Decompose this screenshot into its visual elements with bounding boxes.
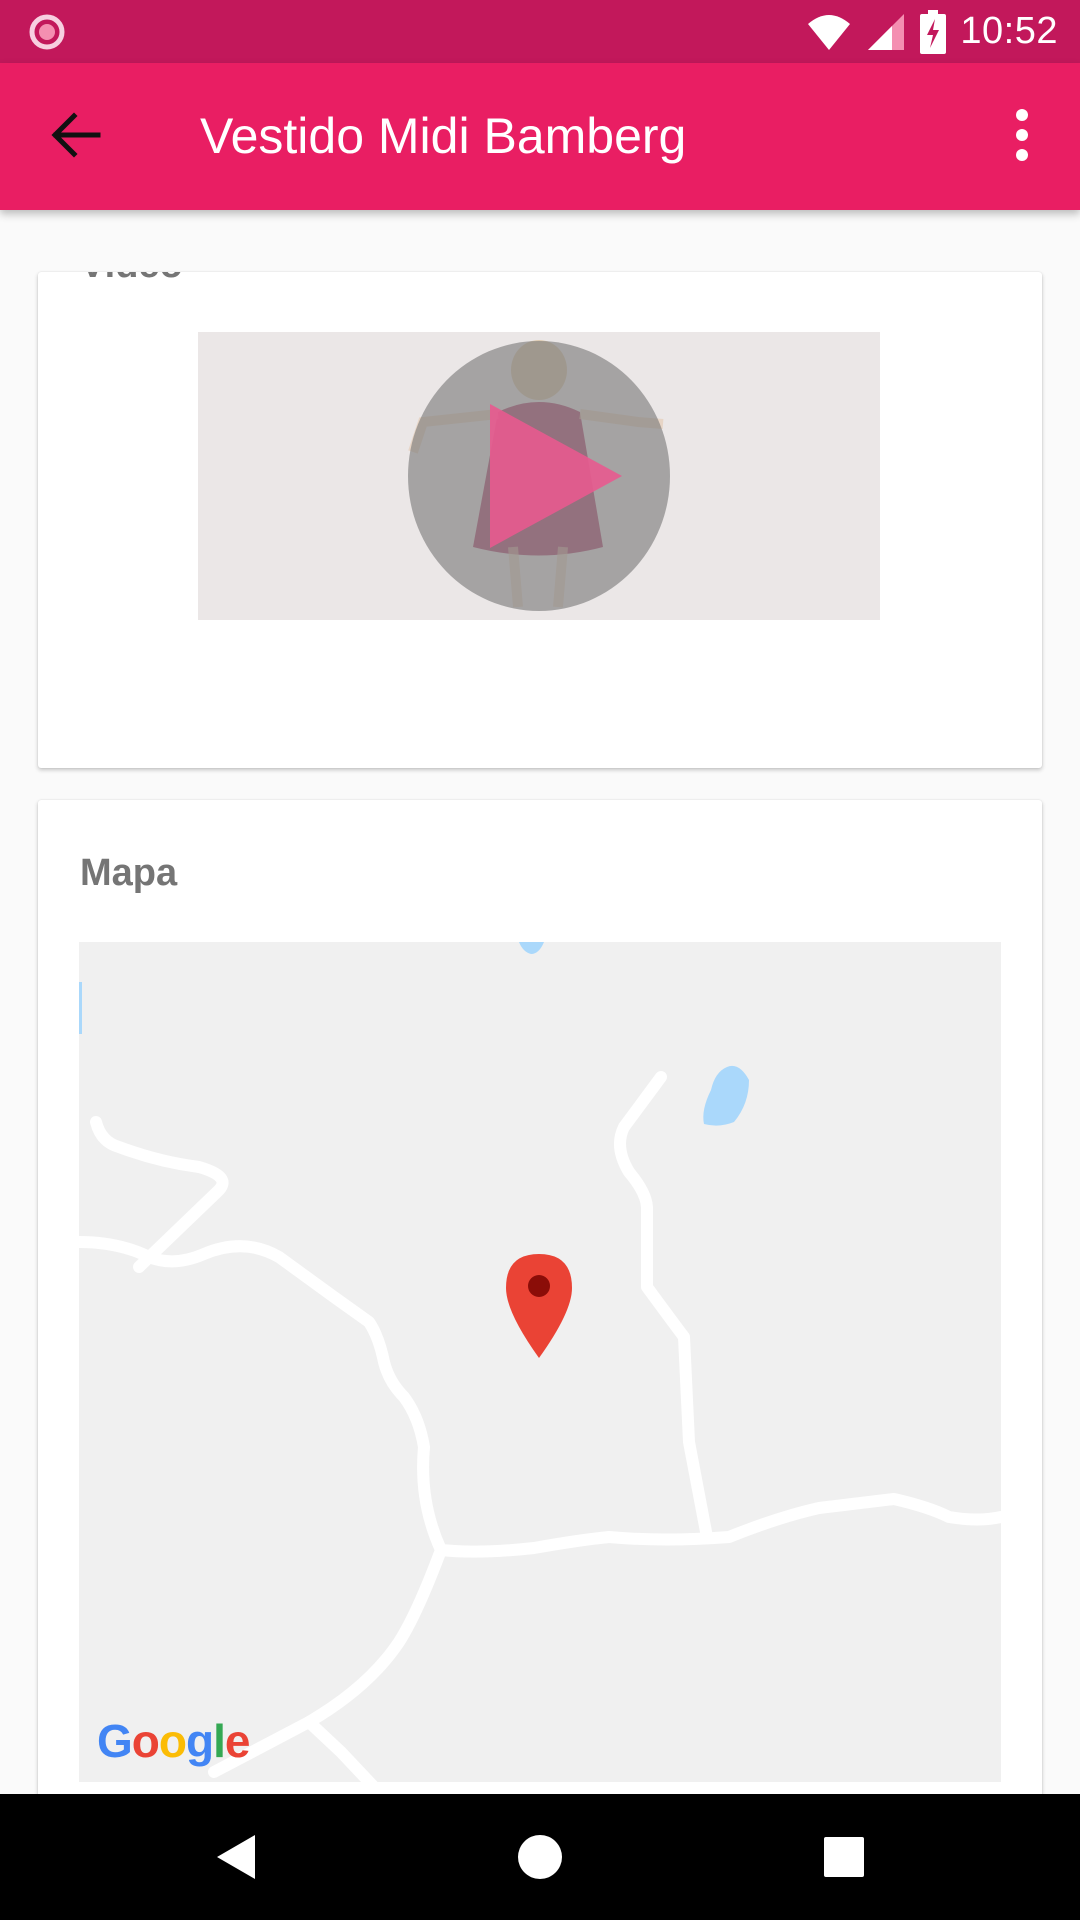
google-logo-letter: g — [186, 1715, 214, 1767]
app-bar: Vestido Midi Bamberg — [0, 63, 1080, 210]
more-vert-icon[interactable] — [990, 103, 1054, 167]
google-logo-letter: G — [97, 1715, 133, 1767]
battery-charging-icon — [920, 9, 947, 54]
map-card: Mapa Google — [38, 800, 1042, 1794]
status-time: 10:52 — [960, 10, 1058, 52]
play-icon[interactable] — [198, 332, 880, 620]
google-logo-letter: o — [131, 1715, 160, 1767]
notification-icon — [29, 14, 65, 50]
map-marker-icon[interactable] — [504, 1252, 574, 1362]
status-bar: 10:52 — [0, 0, 1080, 63]
google-logo-letter: l — [213, 1715, 226, 1767]
video-card: Video — [38, 272, 1042, 768]
google-logo: Google — [97, 1714, 251, 1768]
back-triangle-icon[interactable] — [197, 1817, 277, 1897]
recents-square-icon[interactable] — [804, 1817, 884, 1897]
map-view[interactable]: Google — [79, 942, 1001, 1782]
video-thumbnail[interactable] — [198, 332, 880, 620]
content-scroll[interactable]: Video Mapa — [0, 210, 1080, 1794]
cell-signal-icon — [868, 13, 905, 50]
google-logo-letter: o — [158, 1715, 187, 1767]
home-circle-icon[interactable] — [500, 1817, 580, 1897]
navigation-bar — [0, 1794, 1080, 1920]
wifi-icon — [808, 14, 851, 50]
google-logo-letter: e — [224, 1715, 251, 1767]
video-heading: Video — [80, 272, 183, 287]
page-title: Vestido Midi Bamberg — [200, 108, 687, 164]
arrow-back-icon[interactable] — [44, 103, 108, 167]
map-heading: Mapa — [80, 852, 178, 894]
map-roads — [79, 942, 1001, 1782]
